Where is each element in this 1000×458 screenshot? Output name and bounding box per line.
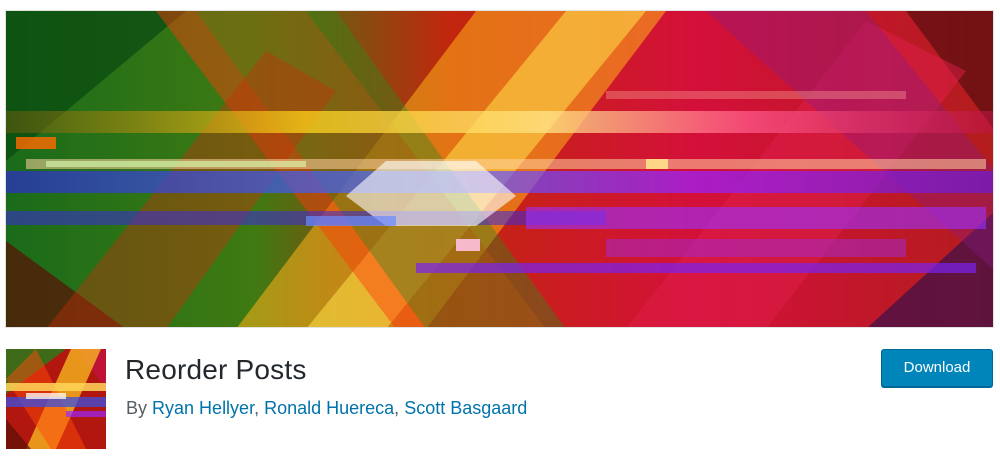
plugin-banner-image [5,10,994,328]
byline-prefix: By [126,398,148,418]
plugin-title: Reorder Posts [125,354,307,385]
plugin-page: Reorder Posts By Ryan Hellyer, Ronald Hu… [0,0,1000,458]
author-link-ronald-huereca[interactable]: Ronald Huereca [264,398,394,418]
plugin-byline: By Ryan Hellyer, Ronald Huereca, Scott B… [126,398,527,419]
author-separator: , [254,398,265,418]
download-button[interactable]: Download [881,349,993,387]
author-link-scott-basgaard[interactable]: Scott Basgaard [404,398,527,418]
author-link-ryan-hellyer[interactable]: Ryan Hellyer [152,398,254,418]
plugin-icon [6,349,106,449]
author-separator: , [394,398,405,418]
